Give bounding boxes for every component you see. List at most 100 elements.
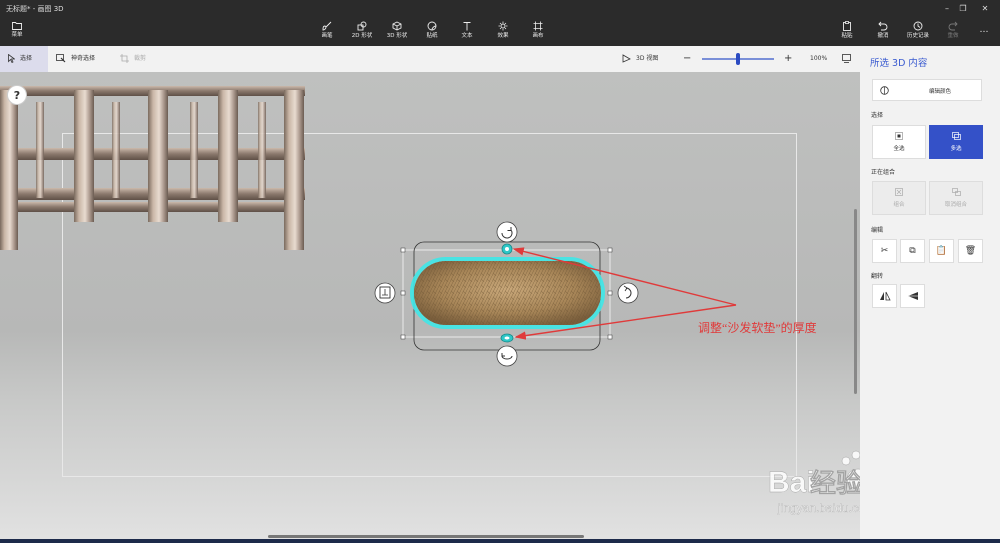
- crop-button[interactable]: 裁剪: [120, 46, 160, 72]
- group-label: 组合: [893, 202, 905, 208]
- magic-select-icon: [56, 54, 66, 63]
- tool-3d-shapes[interactable]: 3D 形状: [380, 20, 414, 44]
- select-all-button[interactable]: 全选: [872, 125, 926, 159]
- sofa-frame[interactable]: [0, 86, 305, 250]
- history-label: 历史记录: [906, 33, 929, 39]
- edit-color-button[interactable]: 编辑颜色: [872, 79, 982, 101]
- annotation-text: 调整“沙发软垫”的厚度: [698, 320, 817, 335]
- select-tool-button[interactable]: 选择: [0, 46, 48, 72]
- cube-icon: [392, 21, 402, 31]
- main-toolbar: 菜单 画笔 2D 形状 3D 形状 贴纸 文本 效果 画布 粘贴 撤消 历史记录: [0, 18, 1000, 46]
- tool-2d-shapes-label: 2D 形状: [351, 33, 373, 39]
- canvas-viewport[interactable]: 调整“沙发软垫”的厚度 Bai 经验 jingyan.baidu.com ?: [0, 72, 860, 543]
- watermark-url: jingyan.baidu.com: [777, 501, 860, 515]
- multi-select-label: 多选: [950, 146, 962, 152]
- panel-title: 所选 3D 内容: [870, 58, 928, 69]
- view-3d-icon: [622, 54, 631, 63]
- sticker-icon: [427, 21, 437, 31]
- multi-select-icon: [951, 132, 961, 140]
- redo-icon: [948, 21, 958, 31]
- tool-stickers-label: 贴纸: [426, 33, 438, 39]
- tool-stickers[interactable]: 贴纸: [415, 20, 449, 44]
- tool-text[interactable]: 文本: [450, 20, 484, 44]
- zoom-slider-thumb[interactable]: [736, 53, 740, 65]
- cut-button[interactable]: ✂: [872, 239, 897, 263]
- watermark-brand: Bai: [768, 466, 815, 499]
- rotate-top-handle[interactable]: [496, 221, 518, 243]
- group-icon: [895, 188, 903, 196]
- rotate-left-handle[interactable]: [374, 282, 396, 304]
- ungroup-icon: [951, 188, 961, 196]
- crop-label: 裁剪: [134, 55, 147, 62]
- view-3d-button[interactable]: 3D 视图: [622, 46, 670, 72]
- undo-button[interactable]: 撤消: [866, 20, 900, 44]
- rotate-right-handle[interactable]: [617, 282, 639, 304]
- help-button[interactable]: ?: [7, 85, 27, 105]
- close-button[interactable]: ✕: [978, 2, 992, 16]
- menu-label: 菜单: [11, 32, 23, 38]
- redo-button[interactable]: 重做: [936, 20, 970, 44]
- scene-svg: 调整“沙发软垫”的厚度 Bai 经验 jingyan.baidu.com: [0, 86, 860, 515]
- title-bar: 无标题* - 画图 3D – ❐ ✕: [0, 0, 1000, 18]
- properties-panel: 所选 3D 内容 编辑颜色 选择 全选 多选 正在组合 组合 取消组合 编辑 ✂…: [860, 46, 1000, 543]
- text-icon: [463, 22, 471, 31]
- edit-color-label: 编辑颜色: [929, 89, 952, 95]
- undo-icon: [878, 21, 888, 31]
- tool-2d-shapes[interactable]: 2D 形状: [345, 20, 379, 44]
- ungroup-label: 取消组合: [944, 202, 967, 208]
- window-title: 无标题* - 画图 3D: [6, 5, 64, 13]
- tool-effects[interactable]: 效果: [486, 20, 520, 44]
- section-flip: 翻转: [871, 273, 884, 280]
- multi-select-button[interactable]: 多选: [929, 125, 983, 159]
- flip-horizontal-button[interactable]: [872, 284, 897, 308]
- paste-button[interactable]: 粘贴: [830, 20, 864, 44]
- horizontal-scrollbar[interactable]: [268, 535, 584, 538]
- flip-horizontal-icon: [879, 291, 891, 301]
- history-button[interactable]: 历史记录: [901, 20, 935, 44]
- depth-handle-bottom[interactable]: [500, 333, 514, 343]
- tool-canvas-label: 画布: [532, 33, 544, 39]
- vertical-scrollbar[interactable]: [854, 209, 857, 394]
- history-icon: [913, 21, 923, 31]
- trash-icon: 🗑: [964, 246, 977, 256]
- maximize-button[interactable]: ❐: [956, 2, 970, 16]
- flip-vertical-icon: [907, 292, 918, 300]
- paste-panel-button[interactable]: 📋: [929, 239, 954, 263]
- depth-handle-top[interactable]: [501, 243, 513, 255]
- view-3d-label: 3D 视图: [636, 55, 659, 62]
- sofa-cushion[interactable]: [410, 257, 605, 329]
- section-edit: 编辑: [871, 227, 884, 234]
- ungroup-button[interactable]: 取消组合: [929, 181, 983, 215]
- tool-brushes-label: 画笔: [321, 33, 333, 39]
- flip-vertical-button[interactable]: [900, 284, 925, 308]
- zoom-level: 100%: [810, 55, 828, 62]
- watermark-brand-cn: 经验: [810, 468, 860, 499]
- magic-select-button[interactable]: 神奇选择: [56, 46, 108, 72]
- more-button[interactable]: …: [970, 20, 998, 44]
- section-group: 正在组合: [871, 169, 896, 176]
- fit-view-button[interactable]: [842, 46, 854, 72]
- menu-button[interactable]: 菜单: [0, 20, 34, 44]
- paste-label: 粘贴: [841, 33, 853, 39]
- tool-brushes[interactable]: 画笔: [310, 20, 344, 44]
- zoom-in-button[interactable]: +: [784, 46, 794, 72]
- copy-icon: ⧉: [909, 246, 916, 256]
- copy-button[interactable]: ⧉: [900, 239, 925, 263]
- more-icon: …: [979, 25, 989, 35]
- delete-button[interactable]: 🗑: [958, 239, 983, 263]
- folder-icon: [12, 22, 22, 30]
- select-all-icon: [895, 132, 903, 140]
- baidu-watermark: Bai 经验 jingyan.baidu.com: [768, 450, 860, 515]
- tool-text-label: 文本: [461, 33, 473, 39]
- fit-screen-icon: [842, 54, 851, 63]
- taskbar: [0, 539, 1000, 543]
- tool-canvas[interactable]: 画布: [521, 20, 555, 44]
- group-button[interactable]: 组合: [872, 181, 926, 215]
- effects-icon: [498, 21, 508, 31]
- zoom-out-button[interactable]: −: [683, 46, 693, 72]
- cut-icon: ✂: [880, 246, 889, 256]
- rotate-bottom-handle[interactable]: [496, 345, 518, 367]
- tool-3d-shapes-label: 3D 形状: [386, 33, 408, 39]
- paste-icon: [843, 21, 851, 31]
- minimize-button[interactable]: –: [940, 2, 954, 16]
